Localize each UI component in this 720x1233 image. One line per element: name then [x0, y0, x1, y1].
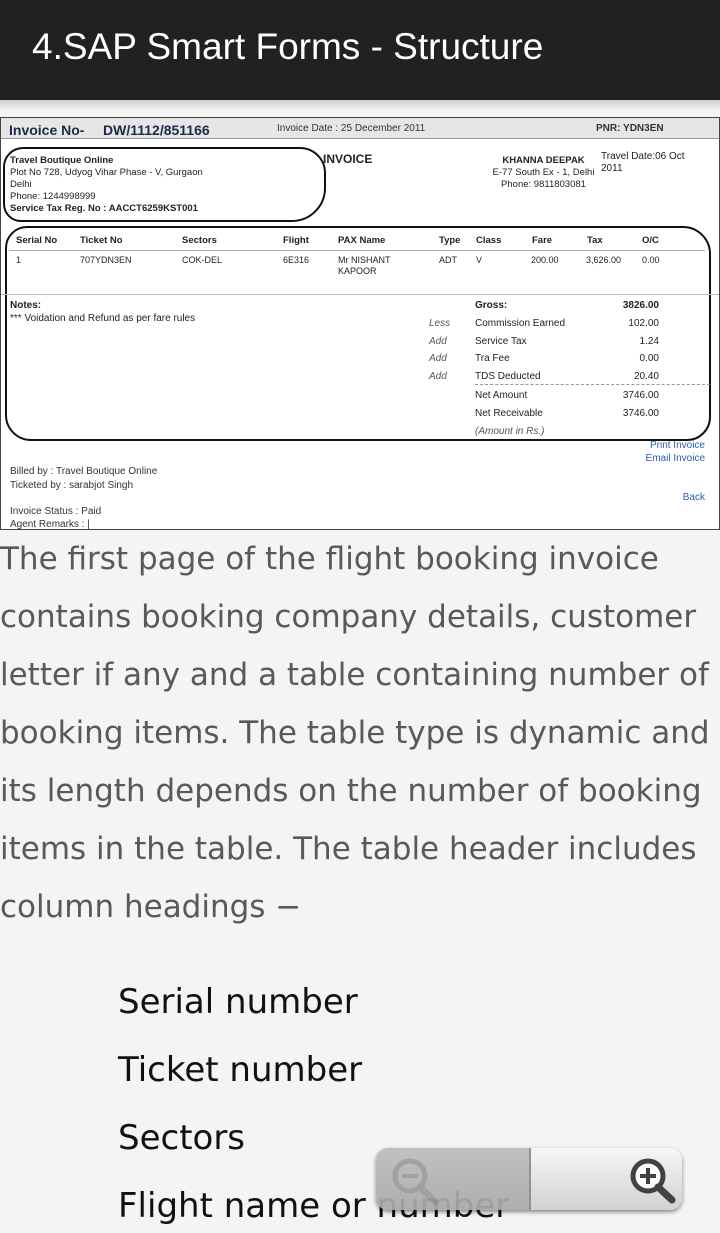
customer-phone: Phone: 9811803081: [501, 179, 586, 190]
cell-serial: 1: [16, 255, 22, 265]
pnr: PNR: YDN3EN: [596, 123, 664, 134]
seller-block: Travel Boutique Online Plot No 728, Udyo…: [10, 155, 203, 215]
invoice-status: Invoice Status : Paid: [10, 506, 102, 517]
summary-value: 102.00: [628, 318, 659, 329]
summary-label: Net Receivable: [475, 408, 543, 419]
list-item: Ticket number: [118, 1050, 363, 1090]
col-header-pax: PAX Name: [338, 235, 386, 246]
summary-label: Tra Fee: [475, 353, 510, 364]
invoice-title: INVOICE: [323, 152, 373, 166]
summary-value: 3746.00: [622, 408, 659, 419]
email-invoice-link: Email Invoice: [645, 453, 705, 464]
col-header-class: Class: [476, 235, 502, 246]
summary-value: 20.40: [633, 371, 659, 382]
print-invoice-link: Print Invoice: [649, 440, 705, 451]
cell-pax: Mr NISHANT KAPOOR: [338, 255, 391, 276]
col-header-ticket: Ticket No: [80, 235, 123, 246]
customer-block: KHANNA DEEPAK E-77 South Ex - 1, Delhi P…: [481, 155, 606, 191]
cell-sectors: COK-DEL: [182, 255, 223, 265]
cell-flight: 6E316: [283, 255, 310, 265]
summary-op: Add: [429, 336, 447, 347]
customer-name: KHANNA DEEPAK: [502, 155, 585, 166]
summary-label: Gross:: [475, 300, 508, 311]
seller-tax-reg: Service Tax Reg. No : AACCT6259KST001: [10, 203, 198, 214]
invoice-date: Invoice Date : 25 December 2011: [277, 123, 426, 134]
summary-value: 0.00: [639, 353, 659, 364]
billed-by: Billed by : Travel Boutique Online: [10, 466, 158, 477]
amount-note: (Amount in Rs.): [475, 426, 545, 437]
summary-label: Net Amount: [475, 390, 528, 401]
app-bar-shadow: [0, 100, 720, 110]
list-item: Sectors: [118, 1118, 246, 1158]
list-item: Serial number: [118, 982, 358, 1022]
invoice-image: Invoice No- DW/1112/851166 Invoice Date …: [0, 117, 720, 530]
zoom-in-button[interactable]: [531, 1148, 682, 1210]
notes-label: Notes:: [10, 300, 42, 311]
invoice-header: Invoice No- DW/1112/851166 Invoice Date …: [1, 118, 719, 139]
ticketed-by: Ticketed by : sarabjot Singh: [10, 480, 134, 491]
summary-label: Commission Earned: [475, 318, 566, 329]
col-header-fare: Fare: [532, 235, 553, 246]
zoom-out-icon: [392, 1158, 439, 1206]
table-divider: [9, 250, 705, 251]
cell-fare: 200.00: [531, 255, 559, 265]
cell-tax: 3,626.00: [586, 255, 622, 265]
summary-value: 1.24: [639, 336, 659, 347]
col-header-flight: Flight: [283, 235, 309, 246]
summary-label: Service Tax: [475, 336, 527, 347]
app-title: 4.SAP Smart Forms - Structure: [32, 26, 544, 67]
seller-city: Delhi: [10, 179, 32, 190]
cell-oc: 0.00: [642, 255, 660, 265]
back-link: Back: [682, 492, 705, 503]
seller-name: Travel Boutique Online: [10, 155, 114, 166]
summary-value: 3826.00: [622, 300, 659, 311]
col-header-type: Type: [439, 235, 461, 246]
zoom-in-icon: [630, 1158, 676, 1204]
col-header-serial: Serial No: [16, 235, 58, 246]
summary-op: Add: [429, 371, 447, 382]
summary-value: 3746.00: [622, 390, 659, 401]
cell-type: ADT: [439, 255, 457, 265]
cell-ticket: 707YDN3EN: [80, 255, 132, 265]
travel-date: Travel Date:06 Oct 2011: [601, 151, 685, 174]
section-divider: [1, 294, 719, 295]
col-header-oc: O/C: [642, 235, 659, 246]
customer-address: E-77 South Ex - 1, Delhi: [492, 167, 595, 178]
description-text: The first page of the flight booking inv…: [0, 541, 710, 925]
notes-text: *** Voidation and Refund as per fare rul…: [10, 313, 196, 324]
summary-label: TDS Deducted: [475, 371, 541, 382]
zoom-controls: [376, 1148, 682, 1210]
invoice-no-value: DW/1112/851166: [103, 122, 210, 138]
summary-op: Add: [429, 353, 447, 364]
agent-remarks: Agent Remarks : |: [10, 519, 90, 530]
seller-address: Plot No 728, Udyog Vihar Phase - V, Gurg…: [10, 167, 203, 178]
summary-op: Less: [429, 318, 451, 329]
seller-phone: Phone: 1244998999: [10, 191, 96, 202]
zoom-out-button[interactable]: [376, 1148, 529, 1210]
cell-class: V: [476, 255, 483, 265]
col-header-tax: Tax: [587, 235, 603, 246]
col-header-sectors: Sectors: [182, 235, 217, 246]
app-bar: 4.SAP Smart Forms - Structure: [0, 0, 720, 100]
summary-divider: [475, 384, 710, 385]
invoice-no-label: Invoice No-: [9, 122, 85, 138]
